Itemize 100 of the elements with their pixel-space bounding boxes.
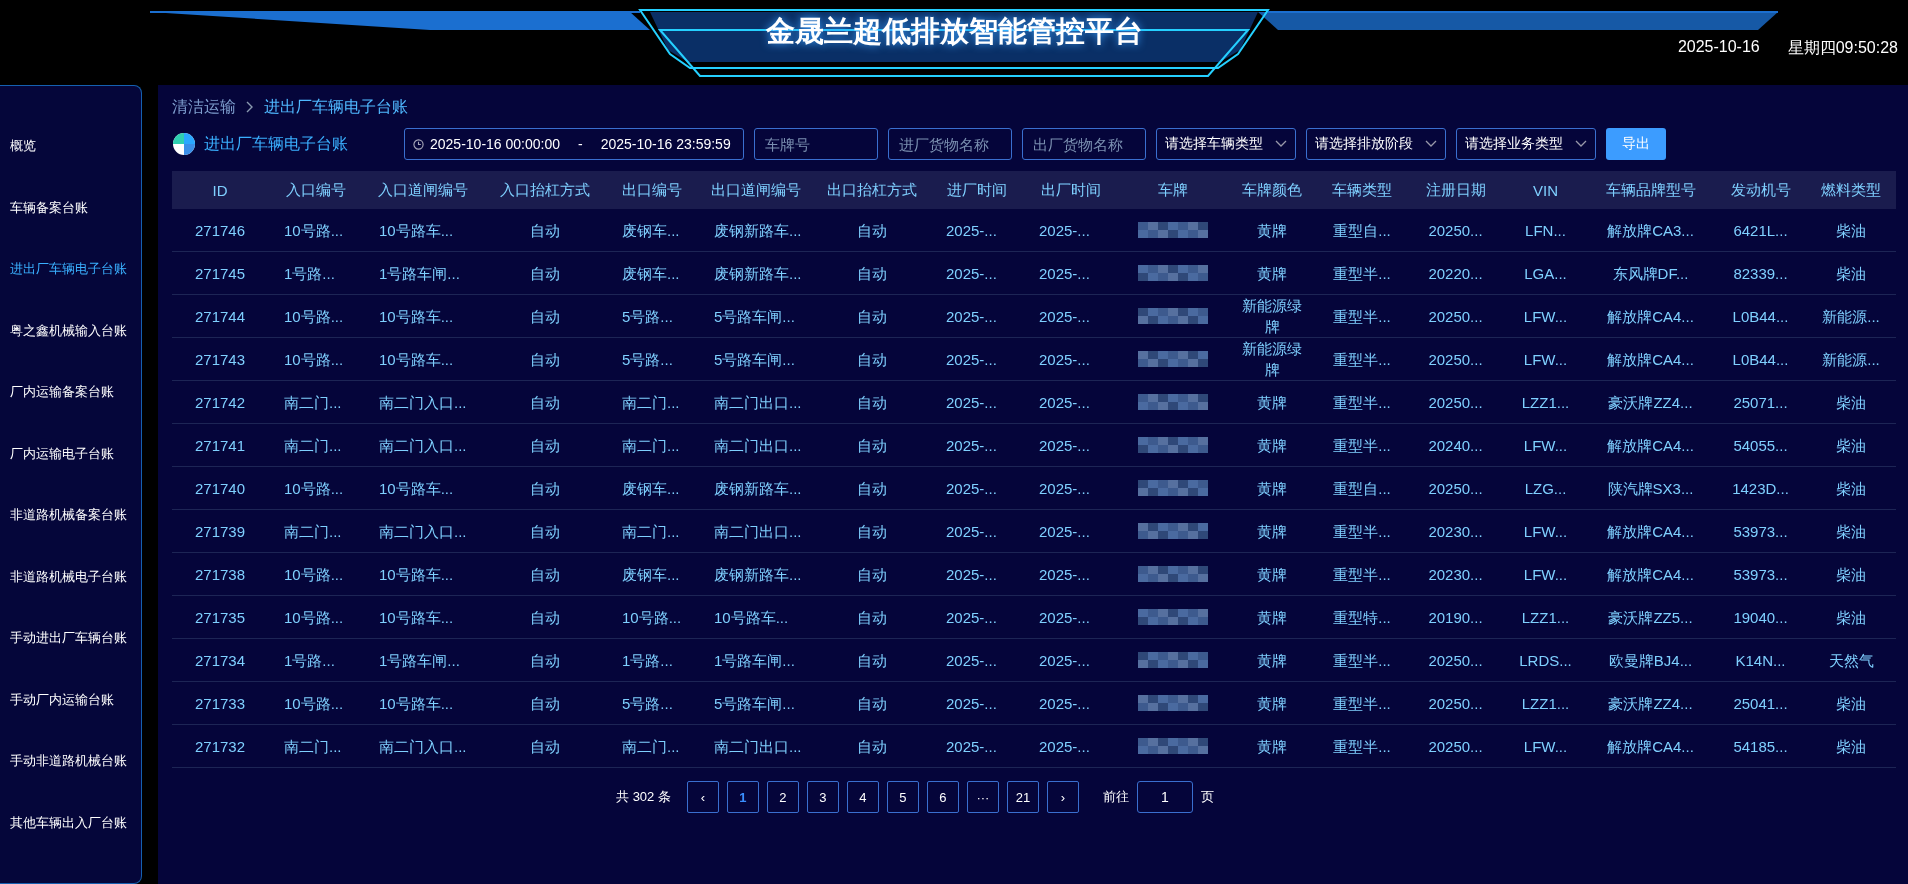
- select-field[interactable]: 请选择车辆类型: [1156, 128, 1296, 160]
- page-button[interactable]: 6: [926, 781, 959, 813]
- breadcrumb-item[interactable]: 进出厂车辆电子台账: [264, 96, 408, 118]
- table-cell-text: 废钢新路车...: [713, 263, 803, 284]
- column-header: 入口编号: [284, 180, 347, 200]
- table-cell-text: 南二门出口...: [713, 392, 803, 413]
- table-cell-text: 20250...: [1427, 736, 1484, 757]
- table-cell-text: 10号路...: [283, 607, 345, 628]
- sidebar-item[interactable]: 概览: [0, 116, 141, 178]
- blurred-plate: [1138, 652, 1208, 668]
- table-cell-text: 10号路车...: [378, 693, 455, 714]
- table-cell-text: LZZ1...: [1520, 392, 1571, 413]
- table-cell-text: 2025-...: [1038, 607, 1091, 628]
- sidebar-item[interactable]: 手动厂内运输台账: [0, 669, 141, 731]
- table-cell-text: 南二门...: [621, 392, 681, 413]
- table-cell-text: 自动: [528, 220, 561, 241]
- caret-icon: [1575, 140, 1587, 148]
- table-cell-text: 20190...: [1427, 607, 1484, 628]
- page-unit-label: 页: [1200, 788, 1214, 806]
- select-field[interactable]: 请选择排放阶段: [1306, 128, 1446, 160]
- previous-page-button[interactable]: ‹: [686, 781, 719, 813]
- page-button[interactable]: 5: [886, 781, 919, 813]
- table-cell-text: 柴油: [1835, 736, 1867, 757]
- blurred-plate: [1138, 351, 1208, 367]
- table-cell-text: 2025-...: [1038, 435, 1091, 456]
- chevron-icon: [246, 101, 254, 113]
- table-cell-text: 6421L...: [1732, 220, 1789, 241]
- blurred-plate: [1138, 609, 1208, 625]
- blurred-plate: [1138, 566, 1208, 582]
- table-cell-text: 自动: [528, 736, 561, 757]
- input-field[interactable]: 车牌号: [754, 128, 878, 160]
- table-cell-text: 南二门入口...: [378, 736, 468, 757]
- table-cell-text: 柴油: [1835, 263, 1867, 284]
- table-cell-text: 南二门出口...: [713, 736, 803, 757]
- table-cell-text: 东风牌DF...: [1611, 263, 1690, 284]
- clock-icon: [413, 138, 424, 150]
- table-cell-text: 柴油: [1835, 392, 1867, 413]
- sidebar-item[interactable]: 非道路机械备案台账: [0, 485, 141, 547]
- sidebar-item[interactable]: 粤之鑫机械输入台账: [0, 300, 141, 362]
- table-cell-text: 重型自...: [1332, 220, 1392, 241]
- time-text: 星期四09:50:28: [1787, 38, 1898, 58]
- table-cell-text: LZZ1...: [1520, 693, 1571, 714]
- table-cell-text: 10号路...: [283, 564, 345, 585]
- table-cell-text: 1423D...: [1731, 478, 1790, 499]
- table-cell-text: 20250...: [1427, 693, 1484, 714]
- table-cell-text: 南二门...: [283, 736, 343, 757]
- table-cell-text: 自动: [528, 650, 561, 671]
- table-cell-text: 南二门入口...: [378, 521, 468, 542]
- column-header: 车辆类型: [1331, 180, 1393, 200]
- input-field[interactable]: 出厂货物名称: [1022, 128, 1146, 160]
- page-input[interactable]: 1: [1136, 781, 1193, 813]
- table-cell-text: 2025-...: [1038, 263, 1091, 284]
- breadcrumb-item[interactable]: 清洁运输: [172, 96, 236, 118]
- table-cell-text: 自动: [855, 263, 888, 284]
- blurred-plate: [1138, 437, 1208, 453]
- table-cell-text: 新能源...: [1821, 349, 1881, 370]
- table-cell-text: 柴油: [1835, 607, 1867, 628]
- select-field[interactable]: 请选择业务类型: [1456, 128, 1596, 160]
- table-cell-text: 重型特...: [1332, 607, 1392, 628]
- table-cell-text: 黄牌: [1256, 435, 1288, 456]
- page-button[interactable]: 3: [806, 781, 839, 813]
- sidebar-item[interactable]: 车辆备案台账: [0, 177, 141, 239]
- table-cell-text: 黄牌: [1256, 263, 1288, 284]
- table-cell-text: L0B44...: [1731, 349, 1790, 370]
- table-cell-text: 20250...: [1427, 478, 1484, 499]
- column-header: 车牌: [1157, 180, 1189, 200]
- table-cell-text: 重型半...: [1332, 521, 1392, 542]
- table-cell-text: 10号路...: [283, 220, 345, 241]
- table-cell-text: 271734: [193, 650, 247, 671]
- page-button[interactable]: 21: [1006, 781, 1039, 813]
- sidebar-item[interactable]: 其他车辆出入厂台账: [0, 792, 141, 854]
- sidebar-item[interactable]: 厂内运输备案台账: [0, 362, 141, 424]
- table-cell-text: 解放牌CA4...: [1606, 736, 1695, 757]
- next-page-button[interactable]: ›: [1046, 781, 1079, 813]
- table-cell-text: 271746: [193, 220, 247, 241]
- blurred-plate: [1138, 308, 1208, 324]
- page-button[interactable]: 1: [726, 781, 759, 813]
- table-cell-text: 2025-...: [945, 607, 998, 628]
- table-cell-text: 自动: [528, 607, 561, 628]
- page-button[interactable]: ···: [966, 781, 999, 813]
- table-cell-text: 黄牌: [1256, 392, 1288, 413]
- table-cell-text: LFW...: [1522, 564, 1569, 585]
- sidebar-item[interactable]: 厂内运输电子台账: [0, 423, 141, 485]
- page-button[interactable]: 4: [846, 781, 879, 813]
- table-cell-text: 53973...: [1732, 564, 1789, 585]
- column-header: 入口抬杠方式: [498, 180, 591, 200]
- column-header: 出厂时间: [1039, 180, 1102, 200]
- sidebar-item[interactable]: 手动进出厂车辆台账: [0, 608, 141, 670]
- input-field[interactable]: 进厂货物名称: [888, 128, 1012, 160]
- date-range-field[interactable]: 2025-10-16 00:00:00 - 2025-10-16 23:59:59: [404, 128, 744, 160]
- table-cell-text: 自动: [528, 435, 561, 456]
- table-cell-text: 自动: [855, 650, 888, 671]
- table-cell-text: 271745: [193, 263, 247, 284]
- table-cell-text: 黄牌: [1256, 650, 1288, 671]
- page-button[interactable]: 2: [766, 781, 799, 813]
- table-cell-text: 2025-...: [1038, 349, 1091, 370]
- sidebar-item[interactable]: 手动非道路机械台账: [0, 731, 141, 793]
- sidebar-item[interactable]: 进出厂车辆电子台账: [0, 239, 141, 301]
- sidebar-item[interactable]: 非道路机械电子台账: [0, 546, 141, 608]
- table-cell-text: 解放牌CA4...: [1606, 564, 1695, 585]
